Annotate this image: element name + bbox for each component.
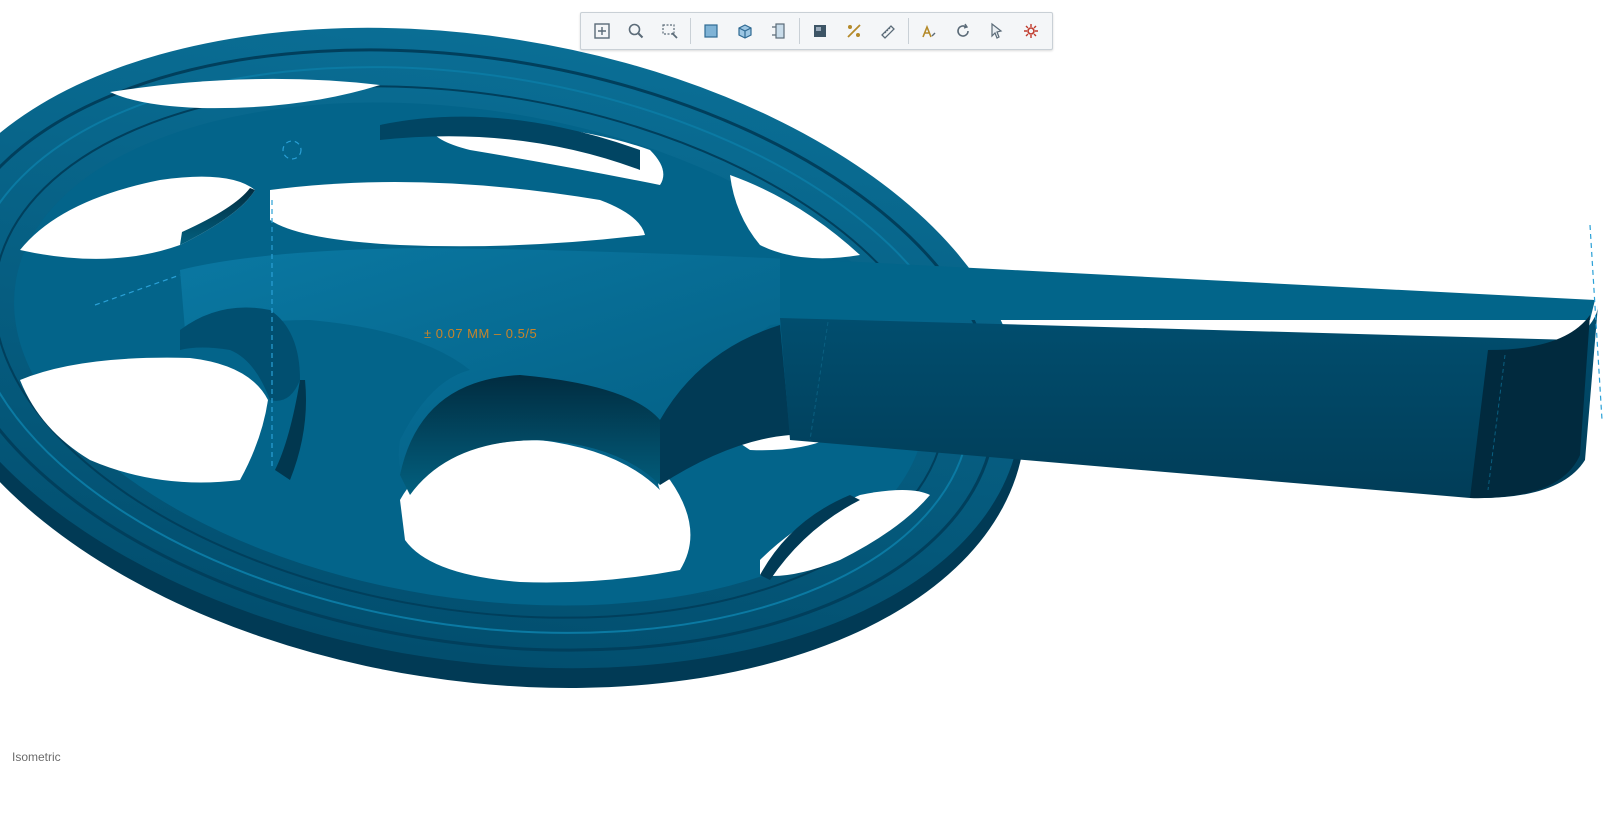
dimension-annotation: ± 0.07 MM – 0.5/5 <box>424 326 538 341</box>
settings-icon[interactable] <box>1016 16 1046 46</box>
section-icon[interactable] <box>839 16 869 46</box>
select-icon[interactable] <box>982 16 1012 46</box>
toolbar-separator <box>908 18 909 44</box>
fit-all-icon[interactable] <box>587 16 617 46</box>
view-toolbar <box>580 12 1053 50</box>
isometric-view-icon[interactable] <box>730 16 760 46</box>
zoom-icon[interactable] <box>621 16 651 46</box>
measure-icon[interactable] <box>873 16 903 46</box>
side-view-icon[interactable] <box>764 16 794 46</box>
zoom-window-icon[interactable] <box>655 16 685 46</box>
rotate-icon[interactable] <box>948 16 978 46</box>
view-orientation-label: Isometric <box>12 750 61 764</box>
model-canvas[interactable] <box>0 0 1614 821</box>
toolbar-separator <box>799 18 800 44</box>
annotate-icon[interactable] <box>914 16 944 46</box>
toolbar-separator <box>690 18 691 44</box>
3d-viewport[interactable]: ± 0.07 MM – 0.5/5 Isometric <box>0 0 1614 821</box>
shaded-display-icon[interactable] <box>805 16 835 46</box>
front-view-icon[interactable] <box>696 16 726 46</box>
